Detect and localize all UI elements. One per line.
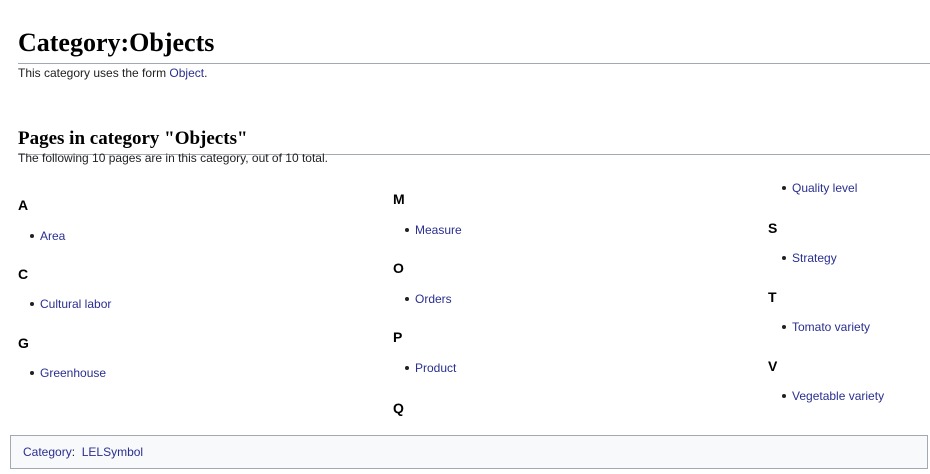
bullet-icon (405, 296, 409, 301)
list-item: Greenhouse (30, 364, 106, 382)
form-link[interactable]: Object (169, 66, 204, 80)
page-link-tomato-variety[interactable]: Tomato variety (792, 320, 870, 334)
page-link-strategy[interactable]: Strategy (792, 251, 837, 265)
letter-heading: V (768, 358, 778, 374)
letter-heading: P (393, 329, 403, 345)
letter-heading: T (768, 289, 777, 305)
letter-heading: C (18, 266, 29, 282)
list-item: Tomato variety (782, 318, 870, 336)
bullet-icon (30, 301, 34, 306)
category-links-box: Category: LELSymbol (10, 435, 928, 469)
bullet-icon (782, 255, 786, 260)
list-item: Cultural labor (30, 295, 111, 313)
letter-heading: M (393, 191, 405, 207)
bullet-icon (30, 370, 34, 375)
form-note-suffix: . (204, 66, 208, 80)
category-link-lelsymbol[interactable]: LELSymbol (82, 445, 143, 459)
bullet-icon (782, 393, 786, 398)
form-note: This category uses the form Object. (18, 64, 207, 82)
letter-heading: Q (393, 400, 404, 416)
list-item: Area (30, 227, 65, 245)
letter-heading: S (768, 220, 778, 236)
letter-heading: A (18, 197, 29, 213)
bullet-icon (30, 233, 34, 238)
page-link-product[interactable]: Product (415, 361, 456, 375)
letter-heading: G (18, 335, 29, 351)
list-item: Strategy (782, 249, 837, 267)
page-link-measure[interactable]: Measure (415, 223, 462, 237)
list-item: Measure (405, 221, 462, 239)
list-item: Quality level (782, 179, 857, 197)
list-item: Vegetable variety (782, 387, 884, 405)
category-separator: : (71, 445, 76, 459)
list-item: Product (405, 359, 456, 377)
bullet-icon (782, 185, 786, 190)
list-item: Orders (405, 290, 452, 308)
form-note-prefix: This category uses the form (18, 66, 170, 80)
category-label-link[interactable]: Category (23, 445, 72, 459)
bullet-icon (405, 365, 409, 370)
page-count-note: The following 10 pages are in this categ… (18, 151, 328, 165)
page-link-area[interactable]: Area (40, 229, 65, 243)
bullet-icon (405, 227, 409, 232)
page-link-quality-level[interactable]: Quality level (792, 181, 857, 195)
letter-heading: O (393, 260, 404, 276)
page-title: Category:Objects (18, 25, 930, 65)
category-links: Category: LELSymbol (23, 444, 143, 460)
bullet-icon (782, 324, 786, 329)
page-link-vegetable-variety[interactable]: Vegetable variety (792, 389, 884, 403)
page-link-greenhouse[interactable]: Greenhouse (40, 366, 106, 380)
page-link-orders[interactable]: Orders (415, 292, 452, 306)
page-link-cultural-labor[interactable]: Cultural labor (40, 297, 111, 311)
